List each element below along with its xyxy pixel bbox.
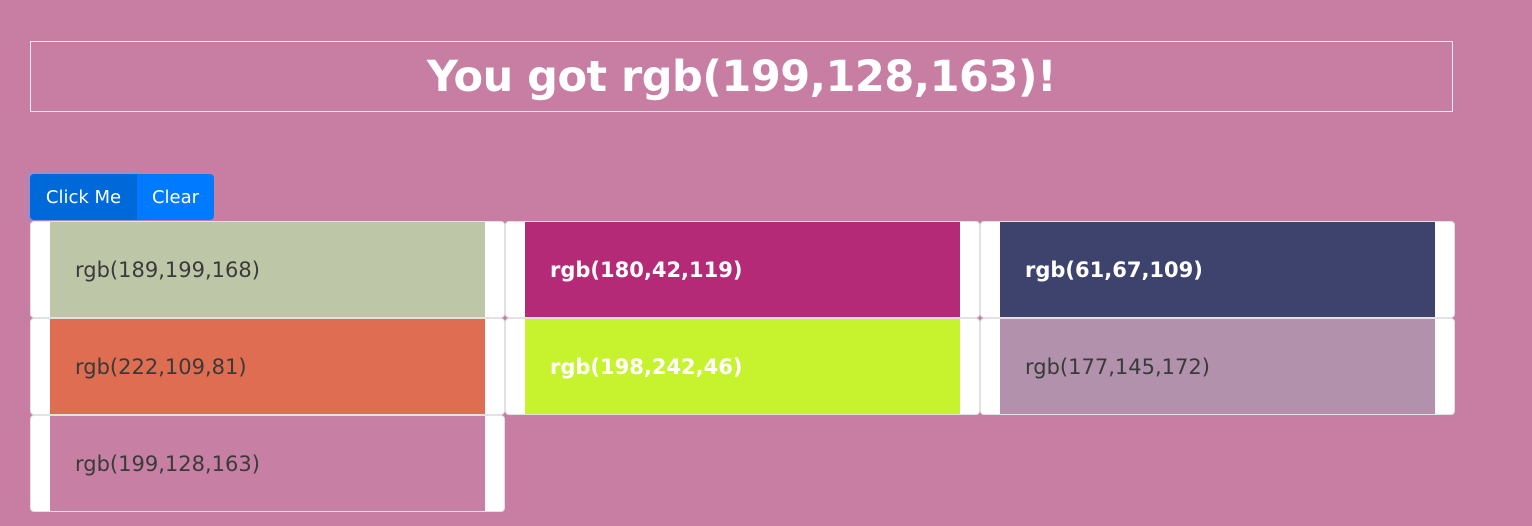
color-swatch-5[interactable]: rgb(198,242,46) (525, 319, 960, 414)
swatch-label-5: rgb(198,242,46) (550, 354, 743, 379)
color-card-2[interactable]: rgb(180,42,119) (505, 221, 980, 318)
swatch-label-6: rgb(177,145,172) (1025, 354, 1210, 379)
color-swatch-1[interactable]: rgb(189,199,168) (50, 222, 485, 317)
swatch-label-7: rgb(199,128,163) (75, 451, 260, 476)
color-card-1[interactable]: rgb(189,199,168) (30, 221, 505, 318)
color-card-6[interactable]: rgb(177,145,172) (980, 318, 1455, 415)
result-title: You got rgb(199,128,163)! (426, 51, 1057, 102)
color-swatch-6[interactable]: rgb(177,145,172) (1000, 319, 1435, 414)
click-me-button[interactable]: Click Me (30, 174, 137, 220)
result-banner: You got rgb(199,128,163)! (30, 41, 1453, 112)
button-group: Click Me Clear (30, 174, 214, 220)
swatch-label-4: rgb(222,109,81) (75, 354, 247, 379)
clear-button[interactable]: Clear (137, 174, 214, 220)
color-swatch-4[interactable]: rgb(222,109,81) (50, 319, 485, 414)
swatch-label-3: rgb(61,67,109) (1025, 257, 1203, 282)
color-swatch-2[interactable]: rgb(180,42,119) (525, 222, 960, 317)
color-swatch-7[interactable]: rgb(199,128,163) (50, 416, 485, 511)
swatch-label-1: rgb(189,199,168) (75, 257, 260, 282)
color-card-4[interactable]: rgb(222,109,81) (30, 318, 505, 415)
color-swatch-3[interactable]: rgb(61,67,109) (1000, 222, 1435, 317)
color-card-3[interactable]: rgb(61,67,109) (980, 221, 1455, 318)
color-card-7[interactable]: rgb(199,128,163) (30, 415, 505, 512)
color-card-5[interactable]: rgb(198,242,46) (505, 318, 980, 415)
swatch-label-2: rgb(180,42,119) (550, 257, 743, 282)
